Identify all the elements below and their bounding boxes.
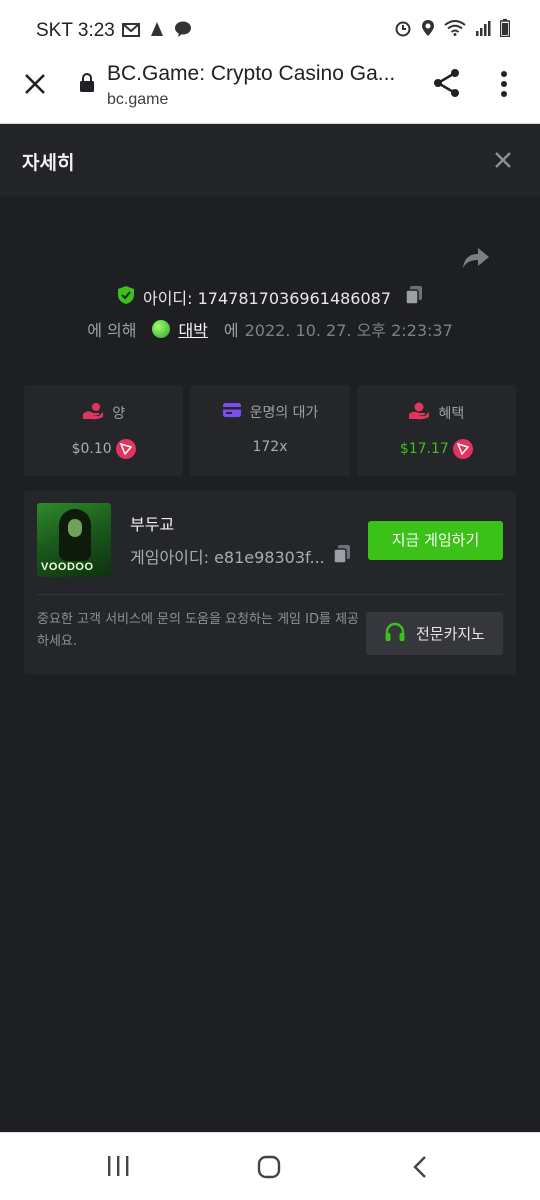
tron-coin-icon	[452, 439, 473, 459]
verified-shield-icon	[117, 285, 135, 309]
bet-details-panel: 아이디: 1747817036961486087 에 의해 대박 에 2022.…	[0, 196, 540, 1132]
stat-profit-value: $17.17	[399, 441, 449, 457]
coins-hand-icon	[82, 402, 104, 424]
browser-toolbar: BC.Game: Crypto Casino Ga... bc.game	[0, 56, 540, 124]
bet-id-row: 아이디: 1747817036961486087	[0, 285, 540, 309]
divider	[37, 594, 503, 595]
help-text: 중요한 고객 서비스에 문의 도움을 요청하는 게임 ID를 제공하세요.	[37, 612, 359, 649]
play-now-button[interactable]: 지금 게임하기	[368, 521, 503, 560]
headset-icon	[384, 621, 406, 647]
game-id-row: 게임아이디: e81e98303f...	[130, 544, 351, 568]
modal-header: 자세히	[0, 124, 540, 196]
bet-by-row: 에 의해 대박 에 2022. 10. 27. 오후 2:23:37	[0, 317, 540, 341]
more-options-button[interactable]	[500, 70, 508, 102]
live-support-button[interactable]: 전문카지노	[366, 612, 503, 655]
copy-icon[interactable]	[405, 285, 423, 309]
recent-apps-button[interactable]	[106, 1155, 130, 1181]
stat-payout: 운명의 대가 172x	[190, 385, 350, 476]
lock-icon	[79, 73, 95, 97]
stat-amount-label: 양	[112, 406, 126, 422]
game-thumbnail[interactable]: VOODOO	[37, 503, 111, 577]
live-support-label: 전문카지노	[415, 625, 485, 643]
bet-stats: 양 $0.10 운명의 대가 172x 혜택 $17.17	[24, 385, 516, 476]
signal-icon	[475, 20, 491, 40]
location-icon	[421, 19, 435, 41]
modal-title: 자세히	[22, 152, 75, 174]
stat-amount-value: $0.10	[71, 441, 112, 457]
profit-hand-icon	[408, 402, 430, 424]
battery-icon	[499, 19, 511, 41]
browser-url[interactable]: bc.game	[107, 91, 168, 109]
notification-icons	[122, 20, 192, 42]
share-bet-icon[interactable]	[462, 246, 490, 274]
stat-payout-value: 172x	[252, 439, 288, 455]
back-button[interactable]	[412, 1155, 428, 1183]
browser-page-title: BC.Game: Crypto Casino Ga...	[107, 62, 396, 85]
status-bar: SKT 3:23	[0, 0, 540, 56]
stat-profit-label: 혜택	[438, 406, 465, 422]
alarm-icon	[394, 19, 412, 41]
payout-card-icon	[222, 402, 242, 422]
bet-timestamp: 2022. 10. 27. 오후 2:23:37	[244, 321, 453, 340]
game-card: VOODOO 부두교 게임아이디: e81e98303f... 지금 게임하기 …	[24, 491, 516, 674]
modal-close-icon[interactable]	[494, 151, 512, 173]
at-label: 에	[223, 321, 239, 340]
kakaotalk-icon	[174, 21, 192, 41]
status-time: SKT 3:23	[36, 20, 115, 41]
game-thumbnail-text: VOODOO	[41, 561, 94, 573]
username-link[interactable]: 대박	[178, 317, 207, 341]
game-name[interactable]: 부두교	[130, 511, 174, 535]
mail-icon	[122, 22, 140, 41]
stat-amount: 양 $0.10	[24, 385, 184, 476]
home-button[interactable]	[257, 1155, 281, 1183]
tron-coin-icon	[115, 439, 136, 459]
stat-profit: 혜택 $17.17	[356, 385, 516, 476]
game-id: 게임아이디: e81e98303f...	[130, 548, 325, 567]
wifi-icon	[444, 20, 466, 40]
share-button[interactable]	[431, 67, 463, 103]
copy-icon[interactable]	[333, 544, 351, 568]
app-notification-icon	[148, 20, 166, 42]
system-navigation-bar	[0, 1132, 540, 1200]
browser-close-button[interactable]	[22, 71, 48, 97]
stat-payout-label: 운명의 대가	[249, 405, 319, 421]
bet-id: 아이디: 1747817036961486087	[142, 289, 392, 308]
system-icons	[394, 19, 511, 41]
by-label: 에 의해	[87, 321, 137, 340]
user-avatar	[152, 320, 171, 338]
